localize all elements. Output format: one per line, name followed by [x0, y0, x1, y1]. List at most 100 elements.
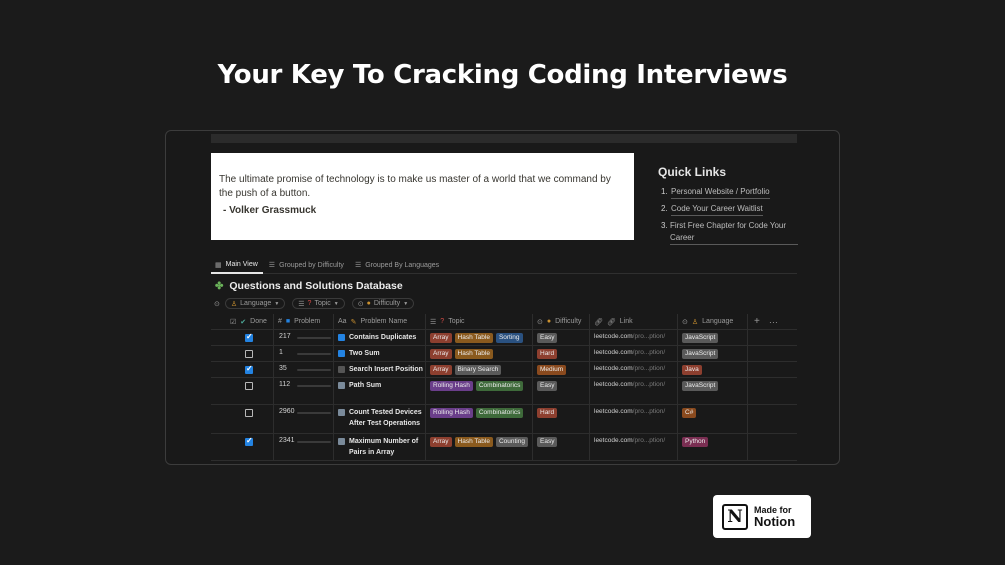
language-tag[interactable]: JavaScript [682, 333, 719, 343]
problem-link[interactable]: leetcode.com/pro...ption/ [594, 381, 665, 388]
language-tag[interactable]: Python [682, 437, 709, 447]
problem-name-cell[interactable]: Count Tested Devices After Test Operatio… [334, 405, 426, 433]
topic-tag[interactable]: Hash Table [454, 437, 493, 447]
difficulty-tag[interactable]: Easy [537, 333, 558, 343]
done-checkbox[interactable] [245, 436, 253, 446]
difficulty-tag[interactable]: Hard [537, 349, 558, 359]
table-row[interactable]: 2341Maximum Number of Pairs in ArrayArra… [211, 434, 797, 461]
column-language[interactable]: ⊙ ♙ Language [678, 314, 748, 329]
filter-topic[interactable]: ☰ ? Topic ▼ [292, 298, 345, 309]
language-tag[interactable]: C# [682, 408, 697, 418]
problem-name[interactable]: Two Sum [349, 348, 380, 359]
done-checkbox[interactable] [245, 332, 253, 342]
topic-tag[interactable]: Combinatorics [475, 381, 524, 391]
problem-link[interactable]: leetcode.com/pro...ption/ [594, 408, 665, 415]
topic-cell[interactable]: Array Hash Table Counting [426, 434, 533, 460]
done-checkbox[interactable] [245, 409, 253, 417]
problem-name[interactable]: Maximum Number of Pairs in Array [349, 436, 424, 458]
column-difficulty[interactable]: ⊙ ● Difficulty [533, 314, 590, 329]
column-problem[interactable]: # ■ Problem [274, 314, 334, 329]
more-icon[interactable]: ··· [769, 317, 778, 327]
problem-link[interactable]: leetcode.com/pro...ption/ [594, 365, 665, 372]
topic-tag[interactable]: Array [430, 365, 452, 375]
problem-name-cell[interactable]: Search Insert Position [334, 362, 426, 377]
column-done[interactable]: ☑ ✔ Done [226, 314, 274, 329]
tab-grouped-by-difficulty[interactable]: ☰ Grouped by Difficulty [265, 257, 349, 273]
difficulty-cell[interactable]: Easy [533, 378, 590, 404]
problem-name-cell[interactable]: Path Sum [334, 378, 426, 404]
quick-link-item[interactable]: 3. First Free Chapter for Code Your Care… [658, 220, 798, 245]
topic-cell[interactable]: Rolling Hash Combinatorics [426, 378, 533, 404]
difficulty-tag[interactable]: Easy [537, 381, 558, 391]
problem-name-cell[interactable]: Two Sum [334, 346, 426, 361]
difficulty-cell[interactable]: Hard [533, 405, 590, 433]
topic-tag[interactable]: Counting [495, 437, 528, 447]
quick-link-portfolio[interactable]: Personal Website / Portfolio [671, 186, 770, 199]
problem-name[interactable]: Path Sum [349, 380, 381, 391]
difficulty-cell[interactable]: Easy [533, 434, 590, 460]
difficulty-cell[interactable]: Medium [533, 362, 590, 377]
link-cell[interactable]: leetcode.com/pro...ption/ [590, 434, 678, 460]
link-cell[interactable]: leetcode.com/pro...ption/ [590, 330, 678, 345]
link-cell[interactable]: leetcode.com/pro...ption/ [590, 346, 678, 361]
problem-cell[interactable]: 2341 [274, 434, 334, 460]
topic-cell[interactable]: Rolling Hash Combinatorics [426, 405, 533, 433]
language-cell[interactable]: Python [678, 434, 748, 460]
problem-name[interactable]: Search Insert Position [349, 364, 423, 375]
language-cell[interactable]: JavaScript [678, 378, 748, 404]
topic-tag[interactable]: Hash Table [454, 349, 493, 359]
done-checkbox[interactable] [245, 350, 253, 358]
topic-tag[interactable]: Combinatorics [475, 408, 524, 418]
quick-link-item[interactable]: 2. Code Your Career Waitlist [658, 203, 798, 216]
tab-grouped-by-languages[interactable]: ☰ Grouped By Languages [351, 257, 444, 273]
quick-link-item[interactable]: 1. Personal Website / Portfolio [658, 186, 798, 199]
language-cell[interactable]: JavaScript [678, 346, 748, 361]
difficulty-cell[interactable]: Easy [533, 330, 590, 345]
problem-name-cell[interactable]: Contains Duplicates [334, 330, 426, 345]
language-cell[interactable]: C# [678, 405, 748, 433]
done-cell[interactable] [226, 405, 274, 433]
topic-cell[interactable]: Array Hash Table Sorting [426, 330, 533, 345]
column-problem-name[interactable]: Aa ✎ Problem Name [334, 314, 426, 329]
tab-main-view[interactable]: ▦ Main View [211, 257, 263, 274]
table-row[interactable]: 1 Two Sum Array Hash Table Hard leetcode.com/… [211, 346, 797, 362]
difficulty-tag[interactable]: Easy [537, 437, 558, 447]
problem-link[interactable]: leetcode.com/pro...ption/ [594, 349, 665, 356]
language-cell[interactable]: JavaScript [678, 330, 748, 345]
done-checkbox[interactable] [245, 364, 253, 374]
language-tag[interactable]: JavaScript [682, 381, 719, 391]
table-row[interactable]: 112 Path Sum Rolling Hash Combinatorics Easy… [211, 378, 797, 405]
link-cell[interactable]: leetcode.com/pro...ption/ [590, 362, 678, 377]
problem-name[interactable]: Contains Duplicates [349, 332, 416, 343]
link-cell[interactable]: leetcode.com/pro...ption/ [590, 378, 678, 404]
link-cell[interactable]: leetcode.com/pro...ption/ [590, 405, 678, 433]
topic-cell[interactable]: Array Hash Table [426, 346, 533, 361]
language-tag[interactable]: JavaScript [682, 349, 719, 359]
problem-name[interactable]: Count Tested Devices After Test Operatio… [349, 407, 424, 429]
problem-cell[interactable]: 217 [274, 330, 334, 345]
difficulty-tag[interactable]: Medium [537, 365, 567, 375]
topic-cell[interactable]: Array Binary Search [426, 362, 533, 377]
problem-cell[interactable]: 112 [274, 378, 334, 404]
done-cell[interactable] [226, 362, 274, 377]
add-column-icon[interactable]: + [754, 316, 760, 327]
topic-tag[interactable]: Hash Table [454, 333, 493, 343]
language-cell[interactable]: Java [678, 362, 748, 377]
topic-tag[interactable]: Binary Search [454, 365, 502, 375]
column-topic[interactable]: ☰? Topic [426, 314, 533, 329]
topic-tag[interactable]: Array [430, 437, 452, 447]
done-checkbox[interactable] [245, 382, 253, 390]
column-link[interactable]: 🔗︎ 🔗︎ Link [590, 314, 678, 329]
done-cell[interactable] [226, 330, 274, 345]
topic-tag[interactable]: Rolling Hash [430, 381, 473, 391]
topic-tag[interactable]: Rolling Hash [430, 408, 473, 418]
filter-difficulty[interactable]: ⊙ ● Difficulty ▼ [351, 298, 415, 309]
filter-icon[interactable]: ⊙ [214, 300, 220, 308]
language-tag[interactable]: Java [682, 365, 702, 375]
problem-cell[interactable]: 2960 [274, 405, 334, 433]
table-row[interactable]: 2960 Count Tested Devices After Test Oper… [211, 405, 797, 434]
difficulty-tag[interactable]: Hard [537, 408, 558, 418]
topic-tag[interactable]: Sorting [495, 333, 523, 343]
done-cell[interactable] [226, 346, 274, 361]
table-row[interactable]: 217 Contains Duplicates ArrayHash TableSor… [211, 330, 797, 346]
